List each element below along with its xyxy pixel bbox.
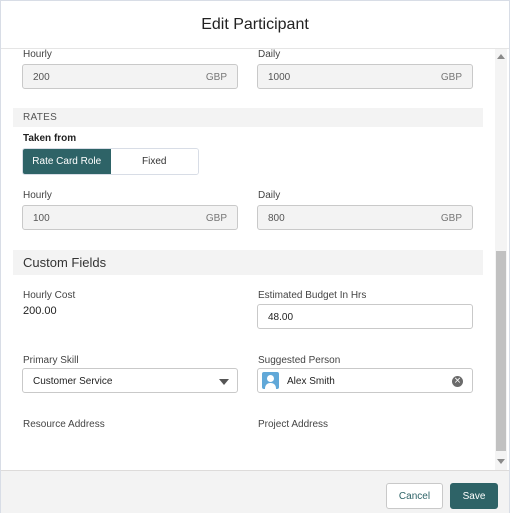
rates-hourly-value: 100 xyxy=(33,213,50,224)
top-hourly-label: Hourly xyxy=(23,49,52,60)
rates-daily-unit: GBP xyxy=(440,213,462,224)
custom-fields-title: Custom Fields xyxy=(23,255,107,270)
rate-card-role-option[interactable]: Rate Card Role xyxy=(23,149,111,174)
fixed-option[interactable]: Fixed xyxy=(110,149,198,174)
vertical-scrollbar[interactable] xyxy=(495,49,507,470)
primary-skill-value: Customer Service xyxy=(33,376,113,387)
project-address-label: Project Address xyxy=(258,419,329,430)
suggested-person-value: Alex Smith xyxy=(287,376,335,387)
scroll-down-arrow-icon[interactable] xyxy=(497,459,505,464)
suggested-person-lookup[interactable]: Alex Smith × xyxy=(257,368,473,393)
primary-skill-select[interactable]: Customer Service xyxy=(22,368,238,393)
edit-participant-modal: Edit Participant Hourly 200 GBP Daily 10… xyxy=(0,0,510,513)
budget-value: 48.00 xyxy=(268,312,294,323)
chevron-down-icon xyxy=(219,379,229,385)
top-daily-label: Daily xyxy=(258,49,281,60)
modal-title: Edit Participant xyxy=(201,15,309,33)
rates-hourly-unit: GBP xyxy=(205,213,227,224)
clear-icon[interactable]: × xyxy=(452,376,463,387)
save-button[interactable]: Save xyxy=(450,483,498,509)
modal-body: Hourly 200 GBP Daily 1000 GBP RATES Take… xyxy=(1,49,509,470)
cancel-button[interactable]: Cancel xyxy=(386,483,443,509)
taken-from-label: Taken from xyxy=(23,133,77,144)
rates-daily-field: 800 GBP xyxy=(257,205,473,230)
modal-footer: Cancel Save xyxy=(1,470,509,513)
rates-hourly-label: Hourly xyxy=(23,190,52,201)
contact-avatar-icon xyxy=(262,372,279,389)
top-hourly-unit: GBP xyxy=(205,72,227,83)
scroll-up-arrow-icon[interactable] xyxy=(497,54,505,59)
taken-from-toggle: Rate Card Role Fixed xyxy=(22,148,199,175)
rates-daily-value: 800 xyxy=(268,213,285,224)
hourly-cost-label: Hourly Cost xyxy=(23,290,76,301)
suggested-person-label: Suggested Person xyxy=(258,355,341,366)
budget-input[interactable]: 48.00 xyxy=(257,304,473,329)
resource-address-label: Resource Address xyxy=(23,419,105,430)
rates-section-header: RATES xyxy=(13,108,483,127)
budget-label: Estimated Budget In Hrs xyxy=(258,290,367,301)
modal-header: Edit Participant xyxy=(1,1,509,49)
top-daily-value: 1000 xyxy=(268,72,291,83)
top-hourly-value: 200 xyxy=(33,72,50,83)
hourly-cost-value: 200.00 xyxy=(23,305,57,317)
custom-fields-header: Custom Fields xyxy=(13,250,483,275)
top-daily-unit: GBP xyxy=(440,72,462,83)
top-hourly-field: 200 GBP xyxy=(22,64,238,89)
rates-daily-label: Daily xyxy=(258,190,281,201)
primary-skill-label: Primary Skill xyxy=(23,355,79,366)
scrollbar-thumb[interactable] xyxy=(496,251,506,451)
rates-hourly-field: 100 GBP xyxy=(22,205,238,230)
top-daily-field: 1000 GBP xyxy=(257,64,473,89)
rates-section-title: RATES xyxy=(23,112,58,123)
